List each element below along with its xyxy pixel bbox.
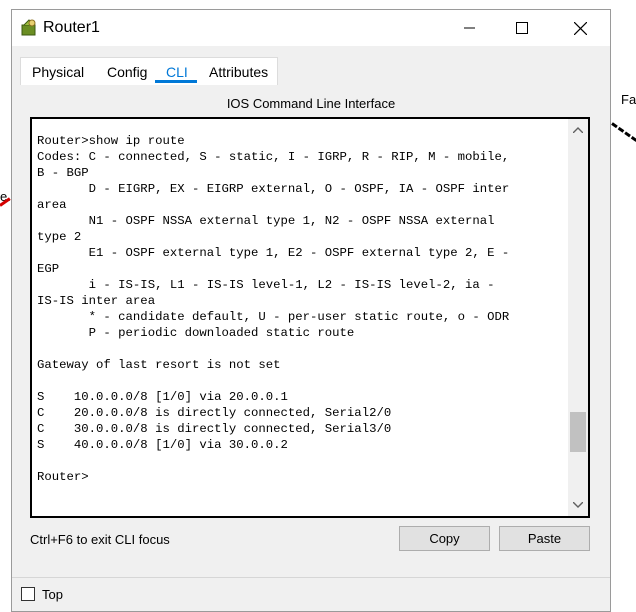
close-icon: [573, 21, 587, 35]
top-checkbox-label: Top: [42, 587, 63, 602]
tab-config[interactable]: Config: [107, 64, 147, 80]
workspace-link-dashed: [611, 122, 636, 142]
footer-divider: [12, 577, 610, 578]
scroll-up-button[interactable]: [572, 124, 584, 136]
scroll-down-button[interactable]: [572, 499, 584, 511]
maximize-icon: [516, 22, 528, 34]
active-tab-indicator: [155, 80, 197, 83]
copy-button[interactable]: Copy: [399, 526, 490, 551]
tab-bar: Physical Config CLI Attributes: [20, 57, 278, 85]
title-bar[interactable]: Router1: [12, 10, 610, 46]
maximize-button[interactable]: [499, 10, 545, 46]
cli-scrollbar[interactable]: [568, 119, 588, 516]
window-title: Router1: [43, 19, 100, 36]
tab-cli[interactable]: CLI: [166, 64, 188, 80]
top-checkbox[interactable]: [21, 587, 35, 601]
cli-focus-hint: Ctrl+F6 to exit CLI focus: [30, 532, 170, 547]
chevron-up-icon: [573, 127, 583, 133]
close-button[interactable]: [557, 10, 603, 46]
tab-attributes[interactable]: Attributes: [209, 64, 268, 80]
chevron-down-icon: [573, 502, 583, 508]
cli-output[interactable]: Router>show ip route Codes: C - connecte…: [37, 133, 557, 485]
tab-physical[interactable]: Physical: [32, 64, 84, 80]
workspace-label-right: Fa: [621, 92, 636, 107]
scroll-thumb[interactable]: [570, 412, 586, 452]
router-icon: [20, 19, 38, 37]
minimize-icon: [464, 27, 475, 29]
minimize-button[interactable]: [447, 10, 493, 46]
router-window: Router1 Physical Config CLI Attributes I…: [11, 9, 611, 612]
paste-button[interactable]: Paste: [499, 526, 590, 551]
cli-console[interactable]: Router>show ip route Codes: C - connecte…: [30, 117, 590, 518]
panel-title: IOS Command Line Interface: [226, 96, 396, 111]
